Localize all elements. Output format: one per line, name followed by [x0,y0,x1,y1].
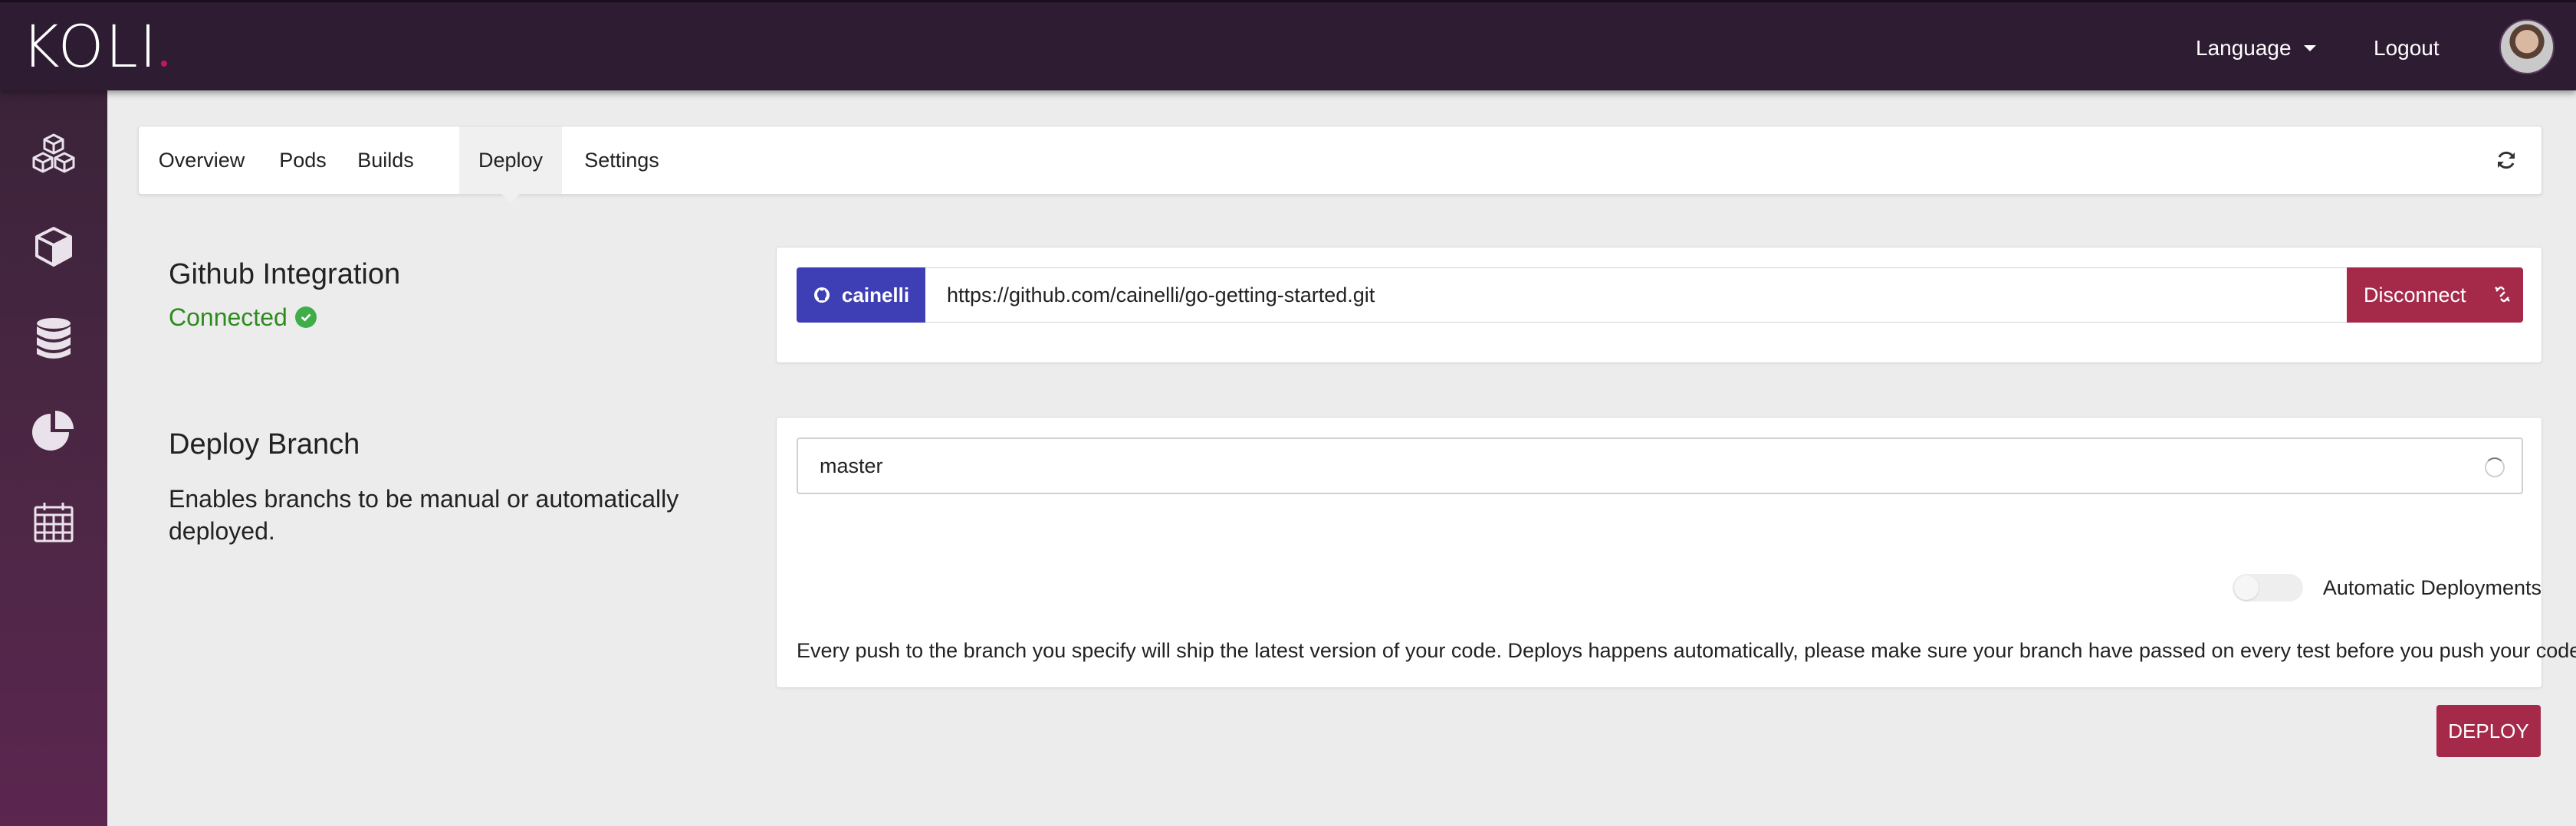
deploy-branch-note: Every push to the branch you specify wil… [797,639,2576,662]
connection-status: Connected [169,302,317,333]
github-panel: cainelli https://github.com/cainelli/go-… [776,247,2542,363]
cubes-icon [32,133,75,173]
github-integration-title: Github Integration [169,258,401,290]
deploy-branch-title: Deploy Branch [169,428,360,461]
deploy-branch-description: Enables branchs to be manual or automati… [169,485,679,545]
top-bar: KOLI Language Logout [0,0,2576,90]
unlink-icon [2495,286,2510,303]
logout-link[interactable]: Logout [2374,33,2440,64]
check-circle-icon [294,306,317,328]
cube-icon [35,227,72,267]
language-label: Language [2196,36,2292,60]
koli-logo[interactable]: KOLI [21,16,168,77]
repository-url-field[interactable]: https://github.com/cainelli/go-getting-s… [925,267,2351,323]
deploy-button[interactable]: DEPLOY [2436,705,2541,757]
sidebar-item-metrics[interactable] [0,385,107,477]
tabs-bar: Overview Pods Builds Deploy Settings [138,126,2542,203]
tab-builds[interactable]: Builds [341,126,430,194]
caret-down-icon [2303,45,2316,51]
automatic-deployments-toggle[interactable] [2232,574,2303,601]
tab-settings[interactable]: Settings [562,126,682,194]
sidebar [0,90,107,826]
sidebar-item-calendar[interactable] [0,477,107,569]
database-icon [37,318,71,359]
automatic-deployments-control: Automatic Deployments [2232,571,2542,605]
deploy-branch-panel: master Automatic Deployments Every push … [776,417,2576,688]
tab-pods[interactable]: Pods [264,126,341,194]
user-avatar[interactable] [2499,19,2555,74]
tab-overview[interactable]: Overview [139,126,264,194]
sidebar-item-apps[interactable] [0,109,107,201]
language-dropdown[interactable]: Language [2196,33,2316,64]
connection-status-text: Connected [169,303,288,331]
disconnect-button[interactable]: Disconnect [2347,267,2523,323]
sidebar-item-database[interactable] [0,293,107,385]
disconnect-label: Disconnect [2364,284,2466,306]
tab-deploy[interactable]: Deploy [459,126,562,203]
github-username: cainelli [841,284,910,306]
branch-input[interactable]: master [797,438,2523,494]
automatic-deployments-label: Automatic Deployments [2322,575,2542,599]
logo-dot [161,61,168,67]
branch-input-value: master [820,454,883,477]
calendar-icon [34,503,74,542]
refresh-icon[interactable] [2494,148,2518,172]
github-user-badge[interactable]: cainelli [797,267,925,323]
pie-chart-icon [32,411,74,451]
loading-spinner-icon [2485,457,2505,477]
github-icon [813,287,830,303]
logo-text: KOLI [21,12,159,80]
sidebar-item-app[interactable] [0,201,107,293]
